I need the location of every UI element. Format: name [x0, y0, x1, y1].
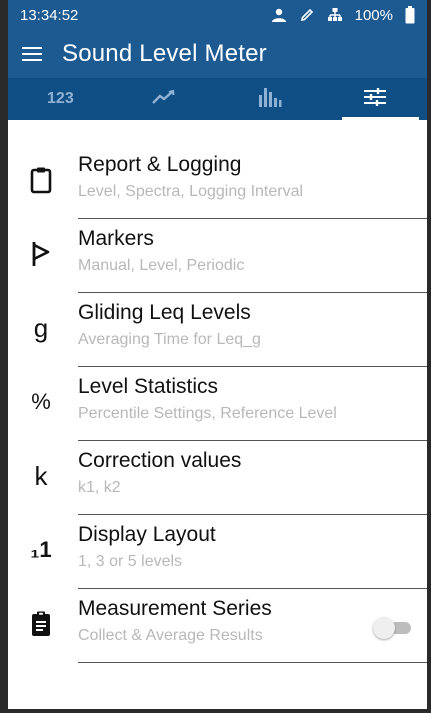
tab-spectrum[interactable]	[218, 78, 323, 120]
app-screen: 13:34:52 100% Sound Level Meter 123 Repo…	[8, 0, 427, 709]
menu-item-level-statistics[interactable]: % Level Statistics Percentile Settings, …	[8, 367, 427, 441]
display-layout-icon: ₁1	[30, 537, 52, 562]
status-bar: 13:34:52 100%	[8, 0, 427, 30]
flag-marker-icon	[24, 237, 58, 271]
g-letter-icon: g	[33, 312, 49, 343]
measurement-series-toggle[interactable]	[373, 617, 413, 639]
chart-line-icon	[152, 89, 178, 110]
settings-sliders-icon	[362, 87, 388, 112]
menu-item-display-layout[interactable]: ₁1 Display Layout 1, 3 or 5 levels	[8, 515, 427, 589]
device-frame-right	[427, 0, 431, 713]
menu-item-subtitle: k1, k2	[78, 479, 121, 496]
menu-item-report-logging[interactable]: Report & Logging Level, Spectra, Logging…	[8, 145, 427, 219]
tab-bar: 123	[8, 78, 427, 120]
menu-item-correction-values[interactable]: k Correction values k1, k2	[8, 441, 427, 515]
menu-item-subtitle: Level, Spectra, Logging Interval	[78, 183, 304, 200]
menu-item-title: Display Layout	[78, 523, 216, 546]
device-frame-bottom	[0, 709, 431, 713]
menu-item-title: Correction values	[78, 449, 242, 472]
battery-icon	[405, 6, 415, 24]
menu-item-gliding-leq[interactable]: g Gliding Leq Levels Averaging Time for …	[8, 293, 427, 367]
tab-settings[interactable]	[322, 78, 427, 120]
menu-item-title: Measurement Series	[78, 597, 272, 620]
menu-item-title: Markers	[78, 227, 154, 250]
menu-item-title: Level Statistics	[78, 375, 219, 398]
percent-icon: %	[31, 389, 51, 414]
hamburger-menu-icon[interactable]	[20, 42, 44, 66]
bar-spectrum-icon	[258, 87, 282, 112]
pen-icon	[299, 7, 315, 23]
menu-item-subtitle: Manual, Level, Periodic	[78, 257, 245, 274]
menu-item-subtitle: 1, 3 or 5 levels	[78, 553, 183, 570]
assignment-icon	[24, 607, 58, 641]
menu-item-title: Gliding Leq Levels	[78, 301, 251, 324]
tab-numbers[interactable]: 123	[8, 78, 113, 120]
page-title: Sound Level Meter	[62, 40, 267, 67]
k-letter-icon: k	[34, 460, 48, 491]
device-frame-left	[0, 0, 8, 713]
status-time: 13:34:52	[20, 6, 79, 24]
tab-numbers-label: 123	[47, 90, 74, 107]
menu-item-markers[interactable]: Markers Manual, Level, Periodic	[8, 219, 427, 293]
app-bar: Sound Level Meter	[8, 30, 427, 78]
battery-percent: 100%	[354, 6, 393, 24]
person-icon	[271, 8, 287, 22]
divider	[78, 662, 427, 663]
menu-item-subtitle: Percentile Settings, Reference Level	[78, 405, 337, 422]
settings-list: Report & Logging Level, Spectra, Logging…	[8, 145, 427, 663]
clipboard-icon	[24, 163, 58, 197]
menu-item-subtitle: Averaging Time for Leq_g	[78, 331, 261, 348]
menu-item-measurement-series[interactable]: Measurement Series Collect & Average Res…	[8, 589, 427, 663]
toggle-thumb	[373, 617, 395, 639]
tab-chart[interactable]	[113, 78, 218, 120]
menu-item-title: Report & Logging	[78, 153, 242, 176]
network-icon	[327, 7, 343, 23]
menu-item-subtitle: Collect & Average Results	[78, 627, 263, 644]
